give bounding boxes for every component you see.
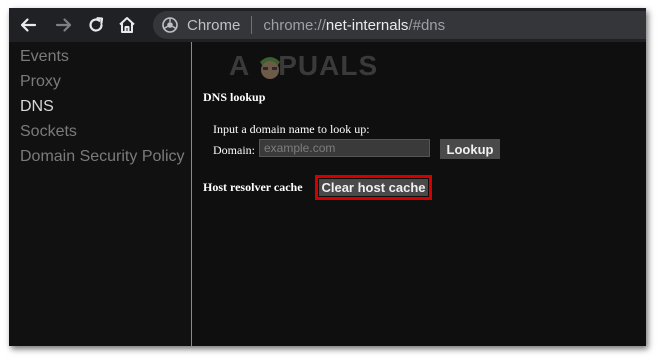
- sidebar-item-domain-security-policy[interactable]: Domain Security Policy: [20, 148, 185, 166]
- watermark: A PUALS: [229, 50, 379, 81]
- chrome-logo-icon: [161, 16, 179, 34]
- dns-panel: A PUALS DNS lookup Input a domain name to…: [192, 42, 646, 346]
- back-button[interactable]: [15, 12, 41, 38]
- lookup-button[interactable]: Lookup: [440, 139, 500, 159]
- site-chip-label: Chrome: [187, 16, 241, 34]
- sidebar-item-proxy[interactable]: Proxy: [20, 73, 61, 91]
- url-host: net-internals: [325, 16, 409, 34]
- sidebar-item-sockets[interactable]: Sockets: [20, 123, 77, 141]
- sidebar-item-dns[interactable]: DNS: [20, 98, 54, 116]
- url-scheme: chrome://: [263, 16, 326, 34]
- domain-label: Domain:: [213, 143, 255, 157]
- browser-window: Chrome chrome://net-internals/#dns Event…: [9, 8, 646, 346]
- omnibox-divider: [251, 16, 253, 34]
- arrow-left-icon: [20, 18, 37, 32]
- address-bar[interactable]: Chrome chrome://net-internals/#dns: [153, 11, 646, 39]
- mascot-icon: [260, 57, 280, 79]
- dns-lookup-title: DNS lookup: [203, 90, 266, 104]
- url-path: /#dns: [408, 16, 446, 34]
- arrow-right-icon: [55, 18, 72, 32]
- sidebar-item-events[interactable]: Events: [20, 48, 69, 66]
- sidebar: Events Proxy DNS Sockets Domain Security…: [9, 42, 192, 346]
- host-resolver-cache-label: Host resolver cache: [203, 180, 303, 194]
- domain-input[interactable]: [259, 139, 430, 157]
- home-icon: [119, 17, 135, 33]
- reload-button[interactable]: [83, 12, 109, 38]
- forward-button[interactable]: [51, 12, 77, 38]
- browser-toolbar: Chrome chrome://net-internals/#dns: [9, 8, 646, 42]
- clear-host-cache-button[interactable]: Clear host cache: [319, 179, 428, 196]
- url-text: chrome://net-internals/#dns: [263, 17, 445, 34]
- home-button[interactable]: [114, 12, 140, 38]
- reload-icon: [89, 17, 104, 32]
- lookup-prompt: Input a domain name to look up:: [213, 122, 370, 136]
